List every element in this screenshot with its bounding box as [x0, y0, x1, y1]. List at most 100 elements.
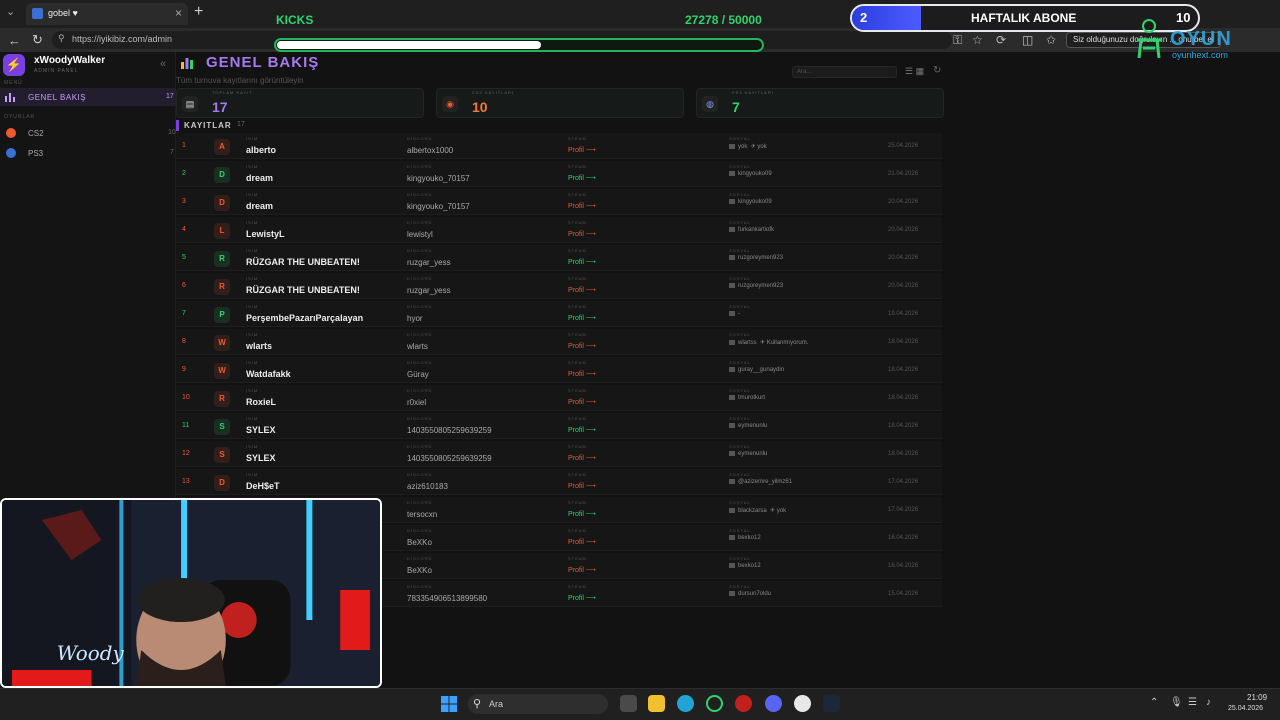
row-name: SYLEX: [246, 453, 276, 463]
row-social: tmurotkurt: [729, 395, 765, 401]
site-info-icon[interactable]: ⚲: [58, 33, 65, 44]
steam-profile-link[interactable]: Profil ⟶: [568, 202, 596, 210]
back-icon[interactable]: ←: [8, 33, 21, 48]
close-tab-icon[interactable]: ×: [175, 6, 182, 20]
edge-icon[interactable]: [677, 695, 694, 712]
table-row[interactable]: 3 D İSİM dream DİSCORD kingyouko_70157 STEAM Pr…: [176, 189, 942, 215]
steam-profile-link[interactable]: Profil ⟶: [568, 230, 596, 238]
steam-profile-link[interactable]: Profil ⟶: [568, 286, 596, 294]
sidebar-item-label[interactable]: GENEL BAKIŞ: [28, 93, 86, 102]
tab-list-icon[interactable]: ⌄: [6, 5, 15, 18]
sidebar-item-genel-bakis[interactable]: [0, 88, 176, 106]
row-discord: BeXKo: [407, 538, 432, 547]
app-red-icon[interactable]: [735, 695, 752, 712]
table-row[interactable]: 9 W İSİM Watdafakk DİSCORD Güray STEAM Profil ⟶…: [176, 357, 942, 383]
chrome-icon[interactable]: [794, 695, 811, 712]
split-icon[interactable]: ◫: [1022, 33, 1033, 47]
steam-profile-link[interactable]: Profil ⟶: [568, 594, 596, 602]
table-row[interactable]: 1 A İSİM alberto DİSCORD albertox1000 STEAM Pro…: [176, 133, 942, 159]
steam-profile-link[interactable]: Profil ⟶: [568, 538, 596, 546]
col-label-steam: STEAM: [568, 304, 587, 309]
table-row[interactable]: 12 S İSİM SYLEX DİSCORD 1403550805259639259 ST…: [176, 441, 942, 467]
url-text[interactable]: https://iyikibiz.com/admin: [72, 34, 172, 44]
sidebar-item-cs2[interactable]: CS2: [28, 129, 44, 138]
table-row[interactable]: 2 D İSİM dream DİSCORD kingyouko_70157 STEAM Pr…: [176, 161, 942, 187]
volume-icon[interactable]: ♪: [1206, 697, 1211, 708]
row-initial-avatar: R: [214, 391, 230, 407]
steam-profile-link[interactable]: Profil ⟶: [568, 370, 596, 378]
col-label-discord: DİSCORD: [407, 220, 433, 225]
steam-profile-link[interactable]: Profil ⟶: [568, 398, 596, 406]
row-initial-avatar: P: [214, 307, 230, 323]
steam-profile-link[interactable]: Profil ⟶: [568, 146, 596, 154]
col-label-social: SOSYAL: [729, 136, 751, 141]
steam-profile-link[interactable]: Profil ⟶: [568, 426, 596, 434]
new-tab-icon[interactable]: +: [194, 3, 203, 21]
tray-chevron-icon[interactable]: ⌃: [1150, 697, 1158, 708]
instagram-icon: [729, 143, 735, 149]
row-social-handle: ruzgoreymen923: [738, 283, 784, 290]
network-icon[interactable]: ☰: [1188, 697, 1197, 708]
table-row[interactable]: 5 R İSİM RÜZGAR THE UNBEATEN! DİSCORD ruzgar_…: [176, 245, 942, 271]
steam-profile-link[interactable]: Profil ⟶: [568, 342, 596, 350]
table-row[interactable]: 7 P İSİM PerşembePazarıParçalayan DİSCORD hyo…: [176, 301, 942, 327]
table-row[interactable]: 6 R İSİM RÜZGAR THE UNBEATEN! DİSCORD ruzgar_…: [176, 273, 942, 299]
row-date: 18.04.2026: [888, 367, 919, 373]
clock-time[interactable]: 21:09: [1247, 693, 1267, 702]
steam-profile-link[interactable]: Profil ⟶: [568, 482, 596, 490]
row-social: bexko12: [729, 563, 761, 569]
windows-start-icon[interactable]: [440, 695, 458, 713]
col-label-name: İSİM: [246, 332, 259, 337]
row-initial-avatar: S: [214, 447, 230, 463]
search-input[interactable]: Ara...: [792, 66, 897, 78]
row-social: furkankartiofk: [729, 227, 774, 233]
favorites-icon[interactable]: ✩: [1046, 33, 1056, 47]
table-row[interactable]: 13 D İSİM DeH$eT DİSCORD aziz610183 STEAM Profi…: [176, 469, 942, 495]
clock-date[interactable]: 25.04.2026: [1228, 705, 1263, 712]
kicks-label: KICKS: [276, 13, 314, 27]
task-view-icon[interactable]: [620, 695, 637, 712]
row-social-handle: dursun7oldu: [738, 591, 772, 598]
file-explorer-icon[interactable]: [648, 695, 665, 712]
key-icon[interactable]: ⚿: [953, 33, 962, 48]
steam-profile-link[interactable]: Profil ⟶: [568, 258, 596, 266]
table-row[interactable]: 11 S İSİM SYLEX DİSCORD 1403550805259639259 ST…: [176, 413, 942, 439]
steam-icon[interactable]: [823, 695, 840, 712]
sidebar-item-ps3[interactable]: PS3: [28, 149, 43, 158]
instagram-icon: [729, 339, 735, 345]
table-row[interactable]: 10 R İSİM RoxieL DİSCORD r0xiel STEAM Profil ⟶ S…: [176, 385, 942, 411]
stat-value: 10: [472, 99, 488, 115]
steam-profile-link[interactable]: Profil ⟶: [568, 566, 596, 574]
reload-icon[interactable]: ↻: [32, 32, 43, 48]
row-date: 18.04.2026: [888, 339, 919, 345]
col-label-social: SOSYAL: [729, 416, 751, 421]
row-social-handle: -: [738, 311, 740, 318]
table-row[interactable]: 8 W İSİM wlarts DİSCORD wlarts STEAM Profil ⟶ SO…: [176, 329, 942, 355]
table-row[interactable]: 4 L İSİM LewistyL DİSCORD lewistyl STEAM Profil…: [176, 217, 942, 243]
collapse-sidebar-icon[interactable]: «: [160, 58, 166, 70]
row-name: RoxieL: [246, 397, 277, 407]
taskbar-search-label[interactable]: Ara: [489, 699, 503, 709]
steam-profile-link[interactable]: Profil ⟶: [568, 174, 596, 182]
row-discord: 783354906513899580: [407, 594, 488, 603]
col-label-name: İSİM: [246, 388, 259, 393]
instagram-icon: [729, 451, 735, 456]
sidebar-item-count: 7: [170, 149, 174, 156]
row-discord: kingyouko_70157: [407, 202, 470, 211]
col-label-social: SOSYAL: [729, 164, 751, 169]
browser-tab[interactable]: gobel ♥ ×: [26, 3, 188, 25]
star-icon[interactable]: ☆: [972, 33, 983, 47]
steam-profile-link[interactable]: Profil ⟶: [568, 454, 596, 462]
extensions-icon[interactable]: ⟳: [996, 33, 1006, 47]
steam-profile-link[interactable]: Profil ⟶: [568, 314, 596, 322]
discord-icon[interactable]: [765, 695, 782, 712]
kicks-progress-fill: [277, 41, 541, 49]
row-discord: wlarts: [407, 342, 428, 351]
col-label-social: SOSYAL: [729, 584, 751, 589]
app-u-icon[interactable]: [706, 695, 723, 712]
microphone-icon[interactable]: 🎙: [1170, 697, 1183, 708]
steam-profile-link[interactable]: Profil ⟶: [568, 510, 596, 518]
list-view-icon[interactable]: ☰ ▦: [905, 66, 924, 77]
instagram-icon: [729, 227, 735, 232]
refresh-icon[interactable]: ↻: [933, 65, 941, 76]
